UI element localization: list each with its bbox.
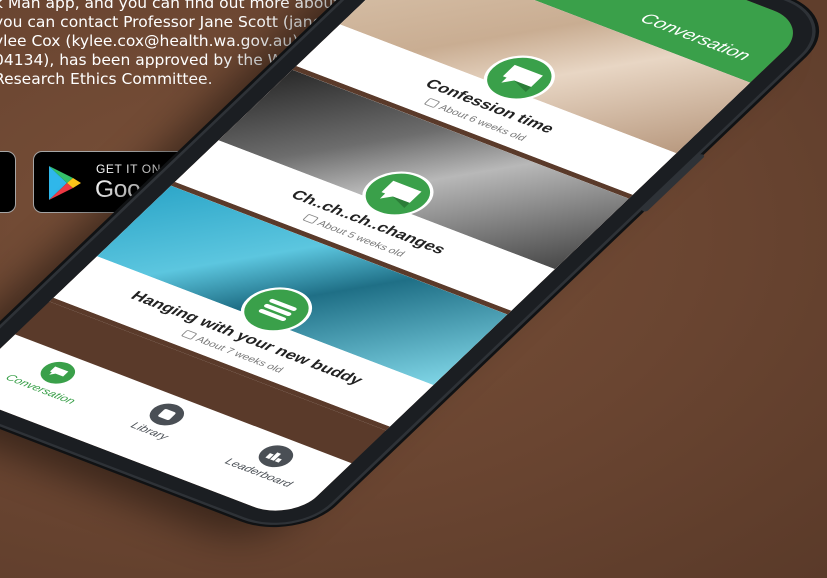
tab-conversation[interactable]: Conversation [0, 344, 119, 414]
google-play-icon [49, 166, 81, 200]
tab-library[interactable]: Library [93, 385, 228, 455]
google-play-small-text: GET IT ON [96, 162, 161, 176]
tab-leaderboard[interactable]: Leaderboard [202, 427, 337, 497]
app-store-badge[interactable] [0, 151, 16, 213]
